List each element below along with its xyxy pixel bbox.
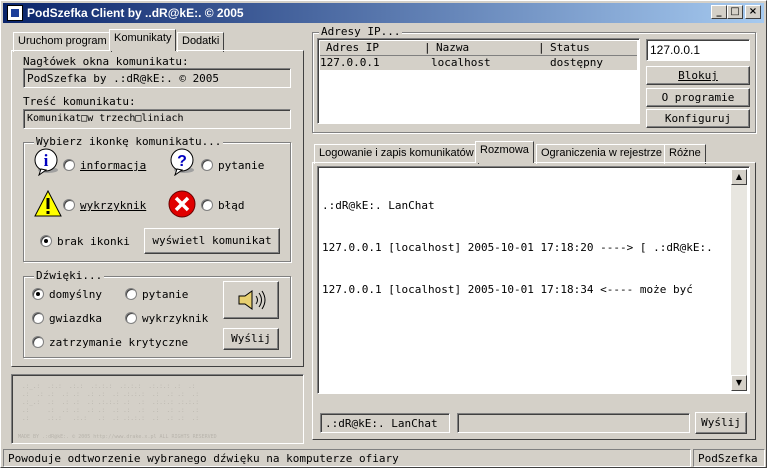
column-status[interactable]: Status bbox=[550, 41, 590, 54]
chat-input[interactable] bbox=[457, 413, 690, 433]
chat-send-button[interactable]: Wyślij bbox=[695, 412, 747, 434]
label-domyslny[interactable]: domyślny bbox=[49, 288, 102, 301]
header-field-value: PodSzefka by .:dR@kE:. © 2005 bbox=[27, 72, 220, 85]
watermark-panel: .:_.: .:.: .:.: .:.:.: .:.:.: .:.:.: .: … bbox=[11, 374, 304, 444]
scroll-up-icon[interactable]: ▲ bbox=[731, 169, 747, 185]
radio-blad[interactable] bbox=[201, 199, 213, 211]
row-name: localhost bbox=[431, 56, 491, 69]
column-divider: | bbox=[424, 41, 431, 54]
radio-sound-pytanie[interactable] bbox=[125, 288, 137, 300]
label-sound-wykrzyknik[interactable]: wykrzyknik bbox=[142, 312, 208, 325]
header-label: Nagłówek okna komunikatu: bbox=[23, 55, 189, 68]
column-nazwa[interactable]: Nazwa bbox=[436, 41, 469, 54]
close-button[interactable]: × bbox=[745, 5, 761, 19]
header-field[interactable]: PodSzefka by .:dR@kE:. © 2005 bbox=[23, 68, 291, 88]
komunikaty-panel: Nagłówek okna komunikatu: PodSzefka by .… bbox=[11, 50, 304, 367]
main-window: PodSzefka Client by ..dR@kE:. © 2005 _ □… bbox=[0, 0, 767, 468]
tab-logowanie[interactable]: Logowanie i zapis komunikatów bbox=[314, 144, 479, 164]
chat-name-value: .:dR@kE:. LanChat bbox=[325, 417, 438, 430]
app-icon bbox=[7, 5, 23, 21]
chat-line: .:dR@kE:. LanChat bbox=[322, 199, 435, 212]
chat-line: 127.0.0.1 [localhost] 2005-10-01 17:18:2… bbox=[322, 241, 713, 254]
radio-zatrzymanie[interactable] bbox=[32, 336, 44, 348]
ip-input[interactable]: 127.0.0.1 bbox=[646, 39, 750, 61]
status-bar-right: PodSzefka bbox=[693, 449, 765, 467]
send-sound-button[interactable]: Wyślij bbox=[223, 328, 279, 350]
radio-gwiazdka[interactable] bbox=[32, 312, 44, 324]
radio-pytanie[interactable] bbox=[201, 159, 213, 171]
radio-wykrzyknik[interactable] bbox=[63, 199, 75, 211]
label-sound-pytanie[interactable]: pytanie bbox=[142, 288, 188, 301]
icon-group-legend: Wybierz ikonkę komunikatu... bbox=[34, 135, 224, 148]
play-sound-button[interactable] bbox=[223, 281, 279, 319]
window-title: PodSzefka Client by ..dR@kE:. © 2005 bbox=[27, 6, 244, 20]
label-informacja[interactable]: informacja bbox=[80, 159, 146, 172]
ip-group-legend: Adresy IP... bbox=[319, 25, 403, 38]
svg-text:?: ? bbox=[177, 153, 187, 170]
configure-button[interactable]: Konfiguruj bbox=[646, 109, 750, 128]
chat-name-field: .:dR@kE:. LanChat bbox=[320, 413, 450, 433]
info-icon: i bbox=[33, 148, 61, 177]
question-icon: ? bbox=[169, 148, 197, 177]
label-wykrzyknik[interactable]: wykrzyknik bbox=[80, 199, 146, 212]
svg-text:i: i bbox=[44, 151, 49, 170]
label-pytanie[interactable]: pytanie bbox=[218, 159, 264, 172]
row-status: dostępny bbox=[550, 56, 603, 69]
warning-icon bbox=[33, 189, 63, 219]
tab-rozmowa[interactable]: Rozmowa bbox=[475, 141, 534, 163]
status-text: Powoduje odtworzenie wybranego dźwięku n… bbox=[8, 452, 399, 465]
label-brak-ikonki[interactable]: brak ikonki bbox=[57, 235, 130, 248]
about-button[interactable]: O programie bbox=[646, 88, 750, 107]
ip-input-value: 127.0.0.1 bbox=[650, 43, 701, 57]
show-message-button[interactable]: wyświetl komunikat bbox=[144, 228, 280, 254]
status-bar: Powoduje odtworzenie wybranego dźwięku n… bbox=[3, 449, 691, 467]
radio-brak-ikonki[interactable] bbox=[40, 235, 52, 247]
speaker-icon bbox=[238, 290, 266, 310]
table-row[interactable]: 127.0.0.1 localhost dostępny bbox=[320, 56, 637, 70]
chat-scrollbar[interactable]: ▲ ▼ bbox=[731, 169, 747, 391]
block-button[interactable]: Blokuj bbox=[646, 66, 750, 85]
tab-uruchom-program[interactable]: Uruchom program bbox=[13, 32, 112, 52]
minimize-button[interactable]: _ bbox=[711, 5, 727, 19]
tab-komunikaty[interactable]: Komunikaty bbox=[109, 29, 177, 51]
column-divider: | bbox=[538, 41, 545, 54]
watermark-art: .:_.: .:.: .:.: .:.:.: .:.:.: .:.:.: .: … bbox=[22, 383, 200, 422]
tab-rozne[interactable]: Różne bbox=[664, 144, 706, 164]
label-gwiazdka[interactable]: gwiazdka bbox=[49, 312, 102, 325]
column-adres-ip[interactable]: Adres IP bbox=[326, 41, 379, 54]
rozmowa-panel: .:dR@kE:. LanChat 127.0.0.1 [localhost] … bbox=[312, 162, 756, 440]
maximize-button[interactable]: □ bbox=[727, 5, 743, 19]
label-blad[interactable]: błąd bbox=[218, 199, 245, 212]
chat-line: 127.0.0.1 [localhost] 2005-10-01 17:18:3… bbox=[322, 283, 693, 296]
chat-log[interactable]: .:dR@kE:. LanChat 127.0.0.1 [localhost] … bbox=[317, 166, 750, 394]
tab-dodatki[interactable]: Dodatki bbox=[177, 32, 225, 52]
error-icon bbox=[167, 189, 197, 219]
sound-group-legend: Dźwięki... bbox=[34, 269, 105, 282]
label-zatrzymanie[interactable]: zatrzymanie krytyczne bbox=[49, 336, 188, 349]
body-label: Treść komunikatu: bbox=[23, 95, 136, 108]
body-field-value: Komunikat□w trzech□liniach bbox=[27, 113, 184, 124]
radio-informacja[interactable] bbox=[63, 159, 75, 171]
chat-lines: .:dR@kE:. LanChat 127.0.0.1 [localhost] … bbox=[322, 171, 713, 325]
status-right-text: PodSzefka bbox=[698, 452, 758, 465]
body-field[interactable]: Komunikat□w trzech□liniach bbox=[23, 109, 291, 129]
radio-sound-wykrzyknik[interactable] bbox=[125, 312, 137, 324]
tab-ograniczenia[interactable]: Ograniczenia w rejestrze bbox=[536, 144, 668, 164]
row-ip: 127.0.0.1 bbox=[320, 56, 380, 69]
ip-list-header: Adres IP | Nazwa | Status bbox=[320, 41, 637, 56]
title-bar[interactable]: PodSzefka Client by ..dR@kE:. © 2005 _ □… bbox=[3, 3, 764, 23]
scroll-down-icon[interactable]: ▼ bbox=[731, 375, 747, 391]
radio-domyslny[interactable] bbox=[32, 288, 44, 300]
ip-list[interactable]: Adres IP | Nazwa | Status 127.0.0.1 loca… bbox=[317, 38, 640, 124]
watermark-footer: MADE BY .:dR@kE:. © 2005 http://www.drak… bbox=[18, 434, 217, 440]
